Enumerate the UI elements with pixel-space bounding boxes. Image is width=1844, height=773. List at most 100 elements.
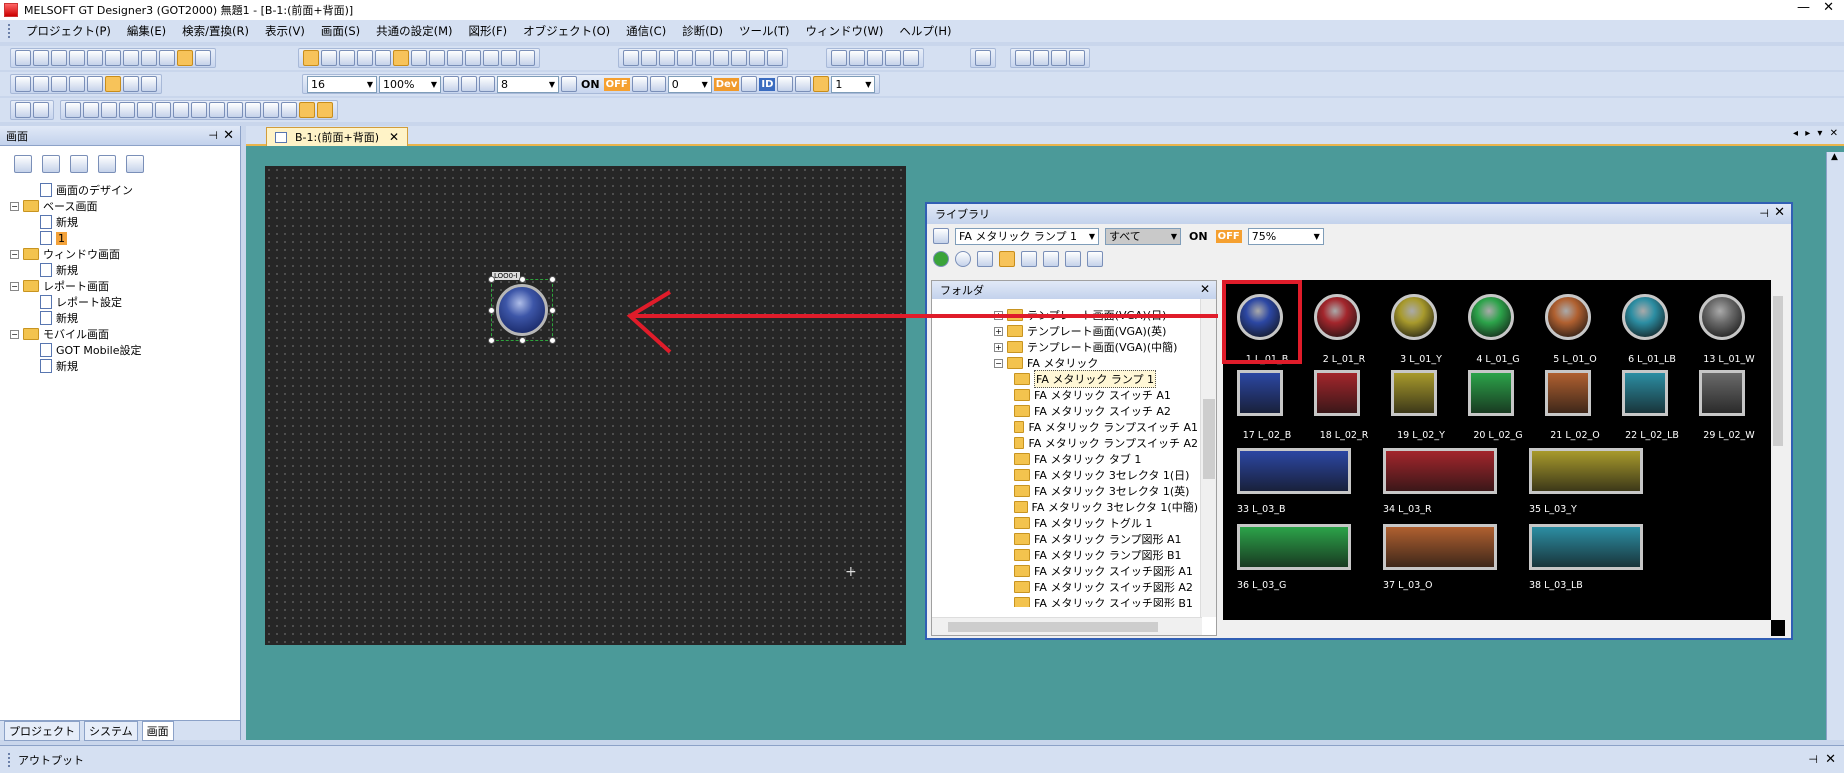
forward-icon[interactable]	[955, 251, 971, 267]
export-icon[interactable]	[1087, 251, 1103, 267]
library-part[interactable]: 33 L_03_B	[1237, 448, 1351, 515]
close-icon[interactable]: ✕	[223, 128, 234, 143]
open-screen-icon[interactable]	[33, 76, 49, 92]
scroll-thumb[interactable]	[1203, 399, 1215, 479]
expand-icon[interactable]: +	[994, 310, 1003, 320]
tree-item[interactable]: − ベース画面	[10, 198, 240, 214]
flip-h-icon[interactable]	[155, 102, 171, 118]
panel-grip[interactable]	[8, 752, 12, 767]
pin-icon[interactable]: ⊣	[208, 129, 218, 142]
document-vscroll[interactable]: ▲	[1826, 152, 1844, 740]
copy-project-icon[interactable]	[33, 50, 49, 66]
library-part[interactable]: 6 L_01_LB	[1622, 294, 1676, 365]
resize-handle[interactable]	[488, 276, 495, 283]
bring-front-icon[interactable]	[15, 102, 31, 118]
forward-icon[interactable]	[87, 76, 103, 92]
library-part[interactable]: 36 L_03_G	[1237, 524, 1351, 591]
stretch-icon[interactable]	[191, 102, 207, 118]
write-to-got-icon[interactable]	[831, 50, 847, 66]
delete-screen-icon[interactable]	[42, 155, 60, 173]
tab-nav-arrows[interactable]: ◂ ▸ ▾ ✕	[1793, 128, 1840, 139]
find-icon[interactable]	[357, 50, 373, 66]
redo-icon[interactable]	[159, 50, 175, 66]
tree-item[interactable]: レポート設定	[10, 294, 240, 310]
grid-select[interactable]: 8 ▼	[497, 75, 559, 93]
diagnostics-icon[interactable]	[903, 50, 919, 66]
folder-item[interactable]: FA メタリック スイッチ図形 B1	[994, 595, 1198, 607]
tag-icon[interactable]	[749, 50, 765, 66]
frame-display-3-icon[interactable]	[813, 76, 830, 92]
grid-toggle-icon[interactable]	[561, 76, 577, 92]
expand-icon[interactable]: −	[10, 281, 19, 291]
parts-vscroll[interactable]	[1771, 280, 1785, 620]
tree-item[interactable]: 1	[10, 230, 240, 246]
dev-list-icon[interactable]	[741, 76, 758, 92]
touch-icon[interactable]	[281, 102, 297, 118]
object-icon[interactable]	[299, 102, 315, 118]
expand-icon[interactable]: +	[994, 342, 1003, 352]
parts-hscroll[interactable]	[1223, 620, 1771, 636]
menu-window[interactable]: ウィンドウ(W)	[798, 23, 892, 39]
close-screen-icon[interactable]	[51, 76, 67, 92]
library-list-icon[interactable]	[933, 228, 949, 244]
folder-item[interactable]: FA メタリック ランプ 1	[994, 370, 1198, 388]
library-part[interactable]: 20 L_02_G	[1468, 370, 1523, 441]
menu-figure[interactable]: 図形(F)	[461, 23, 516, 39]
property-icon[interactable]	[429, 50, 445, 66]
folder-item[interactable]: FA メタリック スイッチ図形 A1	[994, 563, 1198, 579]
expand-icon[interactable]: +	[994, 326, 1003, 336]
align-right-icon[interactable]	[101, 102, 117, 118]
library-select[interactable]: FA メタリック ランプ 1 ▼	[955, 227, 1099, 245]
folder-up-icon[interactable]	[977, 251, 993, 267]
folder-item[interactable]: FA メタリック ランプスイッチ A1	[994, 419, 1198, 435]
folder-item[interactable]: FA メタリック ランプ図形 A1	[994, 531, 1198, 547]
library-icon[interactable]	[393, 50, 409, 66]
move-up-icon[interactable]	[263, 102, 279, 118]
preview-icon[interactable]	[105, 76, 121, 92]
layer-select[interactable]: 1 ▼	[831, 75, 876, 93]
image-list-icon[interactable]	[483, 50, 499, 66]
read-from-got-icon[interactable]	[849, 50, 865, 66]
library-object-icon[interactable]	[317, 102, 333, 118]
folder-item[interactable]: + テンプレート画面(VGA)(英)	[994, 323, 1198, 339]
expand-icon[interactable]: −	[994, 358, 1003, 368]
folder-item[interactable]: FA メタリック 3セレクタ 1(中簡)	[994, 499, 1198, 515]
menu-view[interactable]: 表示(V)	[257, 23, 313, 39]
pen-icon[interactable]	[245, 102, 261, 118]
screen-canvas[interactable]: +	[265, 166, 906, 645]
zoom-out-icon[interactable]	[461, 76, 477, 92]
tree-item[interactable]: − ウィンドウ画面	[10, 246, 240, 262]
library-part[interactable]: 17 L_02_B	[1237, 370, 1291, 441]
new-screen-icon[interactable]	[14, 155, 32, 173]
folder-hscroll[interactable]	[932, 617, 1202, 635]
resize-handle[interactable]	[519, 337, 526, 344]
menu-screen[interactable]: 画面(S)	[313, 23, 368, 39]
minimize-button[interactable]: —	[1797, 0, 1810, 15]
distribute-icon[interactable]	[119, 102, 135, 118]
abc-spell-icon[interactable]	[767, 50, 783, 66]
menu-tools[interactable]: ツール(T)	[731, 23, 798, 39]
menu-project[interactable]: プロジェクト(P)	[18, 23, 119, 39]
verify-icon[interactable]	[867, 50, 883, 66]
menu-common-settings[interactable]: 共通の設定(M)	[368, 23, 460, 39]
frame-icon[interactable]	[659, 50, 675, 66]
simulator-icon[interactable]	[885, 50, 901, 66]
layer-front-icon[interactable]	[623, 50, 639, 66]
folder-item[interactable]: + テンプレート画面(VGA)(日)	[994, 307, 1198, 323]
close-button[interactable]: ✕	[1823, 0, 1834, 15]
send-back-icon[interactable]	[33, 102, 49, 118]
polyline-icon[interactable]	[227, 102, 243, 118]
search-device-3-icon[interactable]	[1069, 50, 1085, 66]
zoom-in-icon[interactable]	[443, 76, 459, 92]
copy-icon[interactable]	[105, 50, 121, 66]
library-part[interactable]: 19 L_02_Y	[1391, 370, 1445, 441]
library-part[interactable]: 18 L_02_R	[1314, 370, 1368, 441]
screen-window-icon[interactable]	[321, 50, 337, 66]
tree-item[interactable]: − レポート画面	[10, 278, 240, 294]
menu-edit[interactable]: 編集(E)	[119, 23, 174, 39]
search-device-2-icon[interactable]	[1051, 50, 1067, 66]
off-toggle[interactable]: OFF	[603, 77, 630, 91]
flip-v-icon[interactable]	[173, 102, 189, 118]
library-part[interactable]: 4 L_01_G	[1468, 294, 1520, 365]
back-icon[interactable]	[933, 251, 949, 267]
